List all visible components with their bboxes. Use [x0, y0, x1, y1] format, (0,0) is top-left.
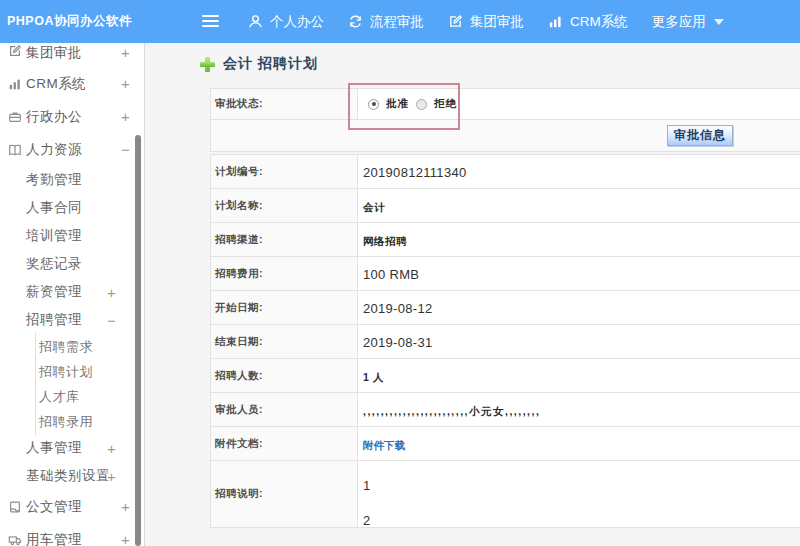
sidebar-item-考勤管理[interactable]: 考勤管理 [0, 166, 144, 194]
sidebar-item-人事管理[interactable]: 人事管理+ [0, 434, 144, 462]
sidebar-item-奖惩记录[interactable]: 奖惩记录 [0, 250, 144, 278]
expand-icon[interactable]: + [121, 108, 130, 125]
nav-3[interactable]: 集团审批 [448, 13, 524, 31]
chart-icon [548, 14, 563, 29]
field-row: 计划名称: 会计 [211, 189, 800, 223]
chart-icon [8, 77, 22, 91]
sidebar-item-人才库[interactable]: 人才库 [0, 384, 144, 409]
expand-icon[interactable]: + [107, 284, 116, 301]
field-value: 2019-08-31 [363, 335, 433, 350]
caret-down-icon[interactable] [714, 19, 724, 25]
process-icon [348, 14, 363, 29]
expand-icon[interactable]: + [107, 440, 116, 457]
sidebar-item-招聘需求[interactable]: 招聘需求 [0, 334, 144, 359]
page-title: 会计 招聘计划 [223, 55, 318, 73]
user-icon [248, 14, 263, 29]
top-nav: 个人办公 流程审批 集团审批 CRM系统 更多应用 [248, 0, 724, 43]
field-label: 招聘渠道: [211, 223, 358, 257]
expand-icon[interactable]: + [121, 44, 130, 61]
annotation-red-box [348, 83, 460, 130]
field-value: 100 RMB [363, 267, 419, 282]
approval-status-label: 审批状态: [211, 89, 358, 120]
approval-info-button[interactable]: 审批信息 [667, 125, 733, 146]
sidebar-item-招聘管理[interactable]: 招聘管理− [0, 306, 144, 334]
sidebar-item-人事合同[interactable]: 人事合同 [0, 194, 144, 222]
field-row: 招聘渠道: 网络招聘 [211, 223, 800, 257]
book-icon [8, 143, 22, 157]
expand-icon[interactable]: + [121, 531, 130, 546]
field-label: 招聘费用: [211, 257, 358, 291]
field-row: 招聘费用: 100 RMB [211, 257, 800, 291]
app-title: PHPOA协同办公软件 [7, 0, 132, 43]
collapse-icon[interactable]: − [121, 141, 130, 158]
field-row: 附件文档: 附件下载 [211, 427, 800, 461]
field-value: 会计 [363, 201, 385, 213]
field-value: 1 人 [363, 371, 384, 383]
field-label: 结束日期: [211, 325, 358, 359]
sidebar-item-集团审批[interactable]: 集团审批+ [0, 43, 144, 67]
field-label: 审批人员: [211, 393, 358, 427]
field-value: ,,,,,,,,,,,,,,,,,,,,,,,,小元女,,,,,,,, [363, 405, 540, 417]
nav-5[interactable]: 更多应用 [652, 13, 706, 31]
collapse-icon[interactable]: − [107, 312, 116, 329]
field-value: 2019-08-12 [363, 301, 433, 316]
menu-toggle-icon[interactable] [202, 15, 219, 30]
field-label: 开始日期: [211, 291, 358, 325]
field-row: 结束日期: 2019-08-31 [211, 325, 800, 359]
nav-2[interactable]: 流程审批 [348, 13, 424, 31]
field-label: 招聘人数: [211, 359, 358, 393]
truck-icon [8, 533, 22, 546]
field-value: 20190812111340 [363, 165, 467, 180]
attachment-download-link[interactable]: 附件下载 [363, 439, 405, 451]
field-label: 招聘说明: [211, 461, 358, 528]
sidebar-item-招聘录用[interactable]: 招聘录用 [0, 409, 144, 434]
sidebar-item-公文管理[interactable]: 公文管理+ [0, 490, 144, 523]
expand-icon[interactable]: + [107, 468, 116, 485]
briefcase-icon [8, 110, 22, 124]
sidebar-item-用车管理[interactable]: 用车管理+ [0, 523, 144, 546]
edit-icon [448, 14, 463, 29]
nav-1[interactable]: 个人办公 [248, 13, 324, 31]
expand-icon[interactable]: + [121, 498, 130, 515]
main-content: 会计 招聘计划 审批状态: 批准拒绝 审批信息 计划编号: 20190812111… [146, 43, 800, 546]
field-row: 计划编号: 20190812111340 [211, 155, 800, 189]
sidebar-item-CRM系统[interactable]: CRM系统+ [0, 67, 144, 100]
field-row: 招聘人数: 1 人 [211, 359, 800, 393]
sidebar-item-行政办公[interactable]: 行政办公+ [0, 100, 144, 133]
sidebar-item-培训管理[interactable]: 培训管理 [0, 222, 144, 250]
plan-detail-table: 计划编号:20190812111340计划名称:会计招聘渠道:网络招聘招聘费用:… [210, 154, 800, 528]
doc-icon [8, 500, 22, 514]
field-label: 计划编号: [211, 155, 358, 189]
sidebar-item-基础类别设置[interactable]: 基础类别设置+ [0, 462, 144, 490]
sidebar-scrollbar[interactable] [135, 135, 141, 546]
sidebar-item-招聘计划[interactable]: 招聘计划 [0, 359, 144, 384]
topbar: PHPOA协同办公软件 个人办公 流程审批 集团审批 CRM系统 更多应用 [0, 0, 800, 43]
sidebar-item-薪资管理[interactable]: 薪资管理+ [0, 278, 144, 306]
field-row: 招聘说明: 1 2 [211, 461, 800, 528]
edit-icon [8, 44, 22, 58]
field-value: 1 2 [363, 468, 370, 528]
add-icon[interactable] [200, 57, 215, 72]
nav-4[interactable]: CRM系统 [548, 13, 628, 31]
approval-status-table: 审批状态: 批准拒绝 审批信息 [210, 88, 800, 152]
field-row: 审批人员: ,,,,,,,,,,,,,,,,,,,,,,,,小元女,,,,,,,, [211, 393, 800, 427]
expand-icon[interactable]: + [121, 75, 130, 92]
field-row: 开始日期: 2019-08-12 [211, 291, 800, 325]
field-label: 附件文档: [211, 427, 358, 461]
sidebar: 集团审批+CRM系统+行政办公+人力资源−考勤管理人事合同培训管理奖惩记录薪资管… [0, 43, 145, 546]
field-label: 计划名称: [211, 189, 358, 223]
sidebar-item-人力资源[interactable]: 人力资源− [0, 133, 144, 166]
field-value: 网络招聘 [363, 235, 407, 247]
